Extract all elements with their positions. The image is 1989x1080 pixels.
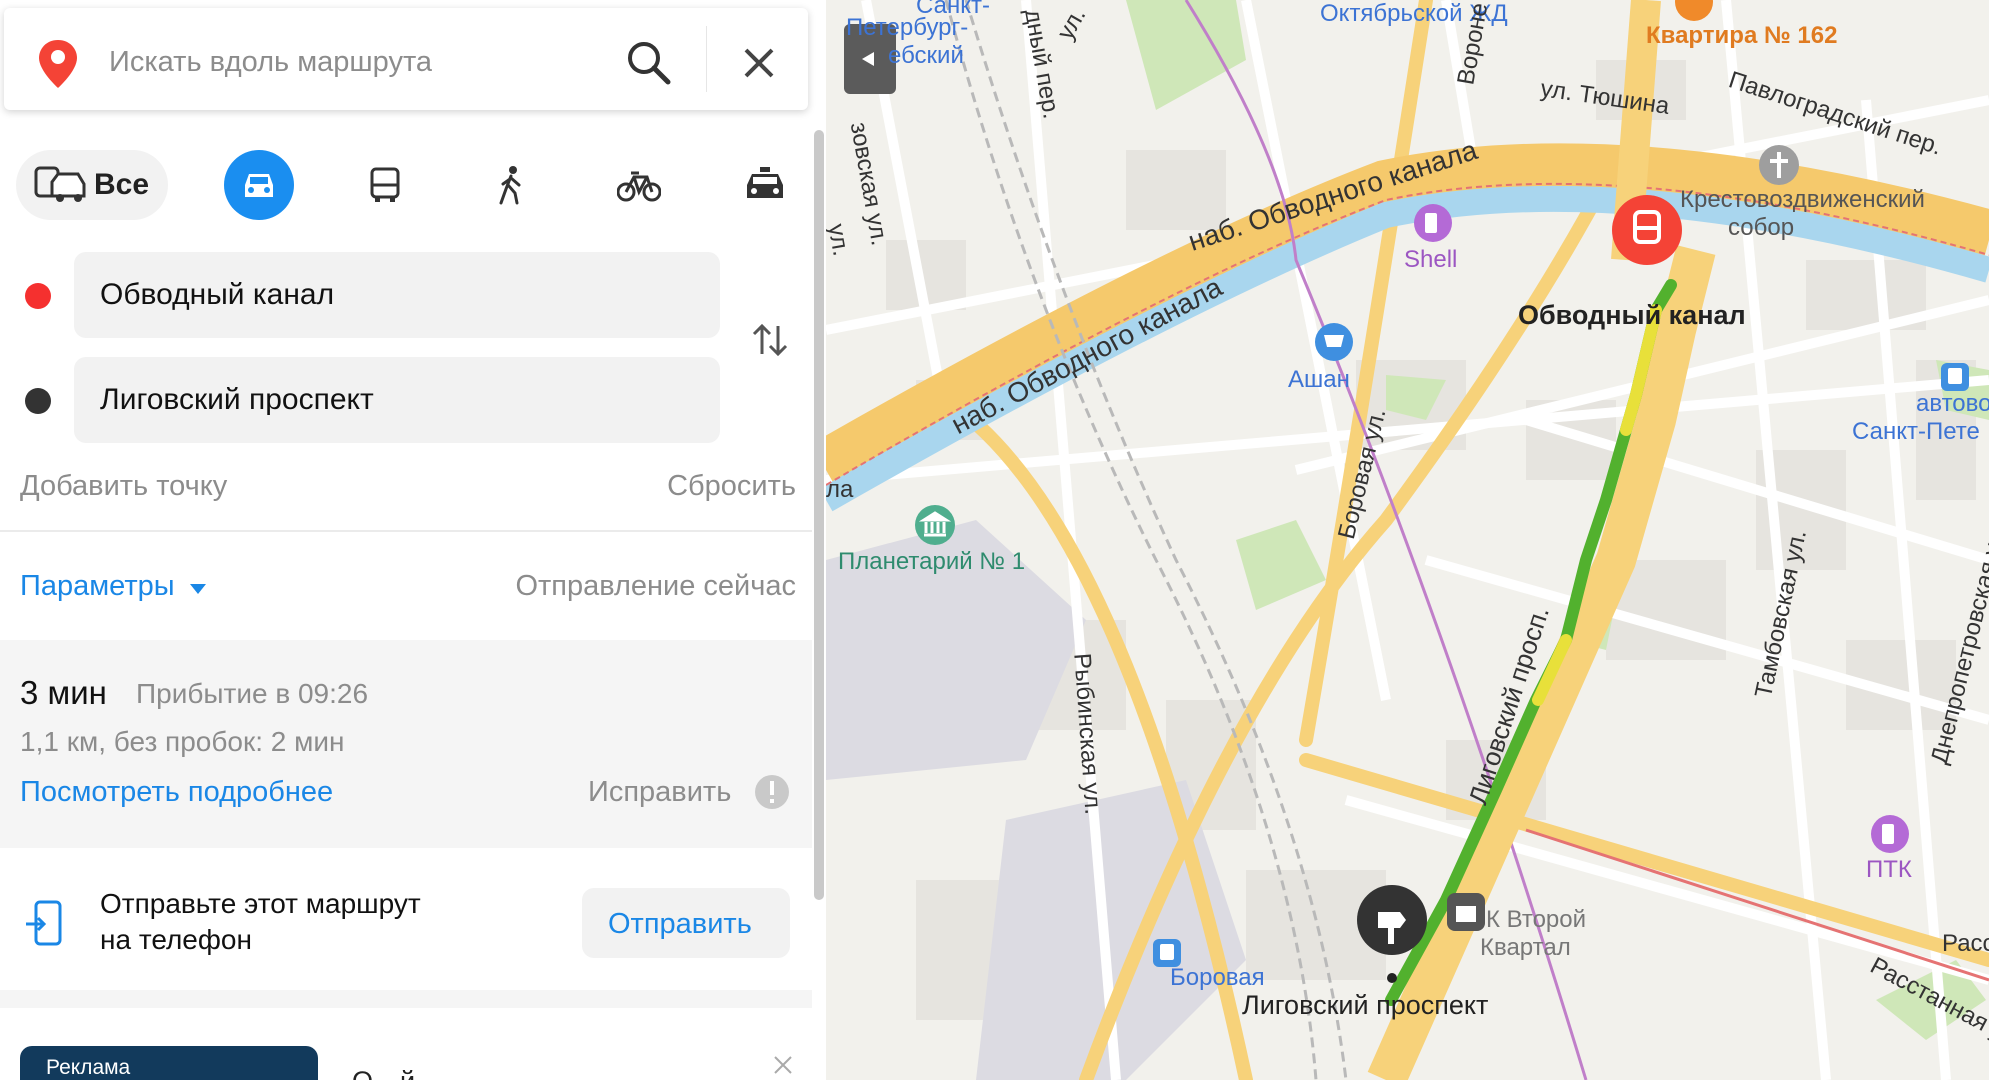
museum-icon[interactable] bbox=[914, 504, 956, 546]
all-transport-icon bbox=[34, 166, 86, 202]
route-arrival: Прибытие в 09:26 bbox=[136, 678, 369, 709]
gas-station-icon[interactable] bbox=[1413, 203, 1453, 243]
ad-text: О…й bbox=[352, 1066, 415, 1080]
map-label: Боровая bbox=[1170, 964, 1265, 991]
mode-walk-button[interactable] bbox=[476, 150, 546, 220]
map-label: Shell bbox=[1404, 246, 1458, 273]
start-point-dot bbox=[25, 283, 51, 309]
end-point-dot bbox=[25, 388, 51, 414]
params-dropdown[interactable]: Параметры bbox=[20, 570, 207, 603]
shopping-icon[interactable] bbox=[1314, 322, 1354, 362]
end-point-value: Лиговский проспект bbox=[100, 383, 374, 416]
mode-all-button[interactable]: Все bbox=[16, 150, 168, 220]
mode-car-button[interactable] bbox=[224, 150, 294, 220]
fix-route-button[interactable]: Исправить bbox=[588, 776, 731, 809]
bicycle-icon bbox=[617, 171, 661, 202]
restaurant-icon[interactable] bbox=[1674, 0, 1714, 22]
ad-banner[interactable]: Реклама bbox=[20, 1046, 318, 1080]
map-label: ла bbox=[826, 476, 854, 503]
transport-modes: Все bbox=[0, 148, 810, 224]
map-label: К Второй bbox=[1486, 906, 1587, 933]
end-point-field[interactable]: Лиговский проспект bbox=[74, 357, 720, 443]
exclamation-icon[interactable] bbox=[754, 774, 790, 810]
map-label: Петербург- bbox=[846, 14, 969, 41]
search-bar: Искать вдоль маршрута bbox=[4, 8, 808, 110]
search-separator bbox=[706, 26, 707, 92]
map-label: Лиговский проспект bbox=[1242, 990, 1489, 1020]
map-label: Ашан bbox=[1288, 366, 1350, 393]
panel-scrollbar[interactable] bbox=[814, 130, 824, 900]
send-button-label: Отправить bbox=[608, 908, 752, 940]
ad-close-icon[interactable] bbox=[772, 1054, 794, 1076]
map-label: автовок bbox=[1916, 390, 1989, 417]
route-more-link[interactable]: Посмотреть подробнее bbox=[20, 776, 333, 809]
mode-all-label: Все bbox=[94, 168, 150, 201]
send-to-phone-section: Отправьте этот маршрут на телефон Отправ… bbox=[0, 848, 812, 990]
mode-bike-button[interactable] bbox=[602, 150, 672, 220]
ad-badge: Реклама bbox=[46, 1056, 131, 1079]
map-label: собор bbox=[1728, 214, 1795, 241]
bus-station-icon[interactable] bbox=[1940, 362, 1970, 392]
map-label: Планетарий № 1 bbox=[838, 548, 1026, 575]
map-label: ПТК bbox=[1866, 856, 1912, 883]
gas-station-icon[interactable] bbox=[1870, 814, 1910, 854]
section-gap bbox=[0, 990, 812, 1008]
map-label: Крестовоздвиженский bbox=[1680, 186, 1925, 213]
office-icon[interactable] bbox=[1446, 892, 1486, 932]
taxi-icon bbox=[747, 167, 783, 198]
search-input[interactable]: Искать вдоль маршрута bbox=[109, 46, 432, 79]
pedestrian-icon bbox=[499, 166, 521, 205]
departure-time[interactable]: Отправление сейчас bbox=[515, 570, 796, 603]
church-icon[interactable] bbox=[1758, 144, 1800, 186]
mode-taxi-button[interactable] bbox=[728, 150, 798, 220]
search-icon[interactable] bbox=[624, 38, 674, 88]
map-view[interactable]: Октябрьской ЖД Квартира № 162 ул. Тюшина… bbox=[826, 0, 1989, 1080]
route-summary[interactable]: 3 мин Прибытие в 09:26 1,1 км, без пробо… bbox=[0, 640, 812, 848]
reset-link[interactable]: Сбросить bbox=[667, 470, 796, 503]
location-pin-icon bbox=[39, 40, 77, 88]
send-text-line1: Отправьте этот маршрут bbox=[100, 888, 421, 919]
map-label: Квартал bbox=[1480, 934, 1571, 961]
chevron-down-icon bbox=[189, 584, 206, 594]
send-phone-icon bbox=[26, 900, 62, 946]
divider bbox=[0, 530, 812, 532]
add-point-link[interactable]: Добавить точку bbox=[20, 470, 227, 503]
map-label: Расс bbox=[1942, 930, 1989, 957]
metro-station-icon[interactable] bbox=[1611, 194, 1683, 266]
map-label: ебский bbox=[888, 42, 964, 69]
route-duration: 3 мин bbox=[20, 674, 107, 711]
close-icon[interactable] bbox=[740, 44, 778, 82]
route-finish-icon[interactable] bbox=[1354, 884, 1430, 990]
map-label: Санкт-Пете bbox=[1852, 418, 1980, 445]
params-label: Параметры bbox=[20, 570, 175, 602]
send-text-line2: на телефон bbox=[100, 924, 252, 955]
start-point-value: Обводный канал bbox=[100, 278, 335, 311]
map-label: Обводный канал bbox=[1518, 300, 1746, 330]
route-panel: Искать вдоль маршрута Все Обводный канал… bbox=[0, 0, 826, 1080]
map-label: Квартира № 162 bbox=[1646, 22, 1838, 49]
swap-icon[interactable] bbox=[750, 320, 790, 360]
car-icon bbox=[245, 174, 273, 197]
mode-transit-button[interactable] bbox=[350, 150, 420, 220]
start-point-field[interactable]: Обводный канал bbox=[74, 252, 720, 338]
bus-icon bbox=[370, 167, 400, 202]
send-button[interactable]: Отправить bbox=[582, 888, 790, 958]
route-details: 1,1 км, без пробок: 2 мин bbox=[20, 726, 345, 757]
